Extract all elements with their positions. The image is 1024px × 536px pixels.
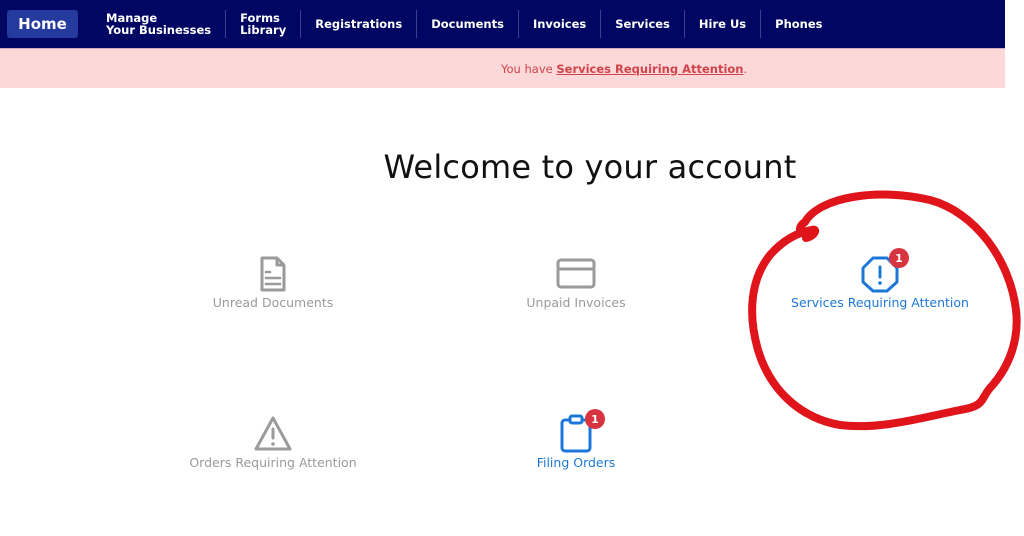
nav-forms-library[interactable]: Forms Library	[226, 10, 300, 38]
tile-unpaid-invoices[interactable]: Unpaid Invoices	[456, 254, 696, 310]
tile-filing-orders[interactable]: 1 Filing Orders	[456, 409, 696, 470]
nav-manage-businesses[interactable]: Manage Your Businesses	[92, 10, 225, 38]
nav-label-line2: Library	[240, 23, 287, 37]
alert-services-link[interactable]: Services Requiring Attention	[556, 62, 743, 76]
notification-badge: 1	[585, 409, 605, 429]
tile-label: Unread Documents	[212, 295, 334, 310]
nav-services[interactable]: Services	[601, 10, 684, 38]
nav-hire-us[interactable]: Hire Us	[685, 10, 760, 38]
tile-orders-requiring-attention[interactable]: Orders Requiring Attention	[153, 414, 393, 470]
clipboard-icon: 1	[556, 409, 605, 454]
octagon-alert-icon: 1	[860, 248, 909, 294]
tile-label: Unpaid Invoices	[526, 295, 626, 310]
credit-card-icon	[556, 254, 596, 294]
document-icon	[253, 254, 293, 294]
tile-label: Services Requiring Attention	[791, 295, 969, 310]
nav-invoices[interactable]: Invoices	[519, 10, 600, 38]
top-navbar: Home Manage Your Businesses Forms Librar…	[0, 0, 1005, 48]
nav-home-button[interactable]: Home	[7, 10, 78, 38]
notification-badge: 1	[889, 248, 909, 268]
tile-label: Filing Orders	[536, 455, 616, 470]
nav-documents[interactable]: Documents	[417, 10, 518, 38]
alert-suffix: .	[743, 61, 748, 76]
triangle-warning-icon	[253, 414, 293, 454]
tile-unread-documents[interactable]: Unread Documents	[153, 254, 393, 310]
page-title: Welcome to your account	[383, 148, 797, 186]
alert-prefix: You have	[501, 61, 557, 76]
nav-registrations[interactable]: Registrations	[301, 10, 416, 38]
tile-label: Orders Requiring Attention	[189, 455, 357, 470]
nav-label-line2: Your Businesses	[106, 23, 212, 37]
nav-phones[interactable]: Phones	[761, 10, 836, 38]
tile-services-requiring-attention[interactable]: 1 Services Requiring Attention	[760, 248, 1000, 310]
alert-banner: You have Services Requiring Attention .	[0, 48, 1005, 88]
